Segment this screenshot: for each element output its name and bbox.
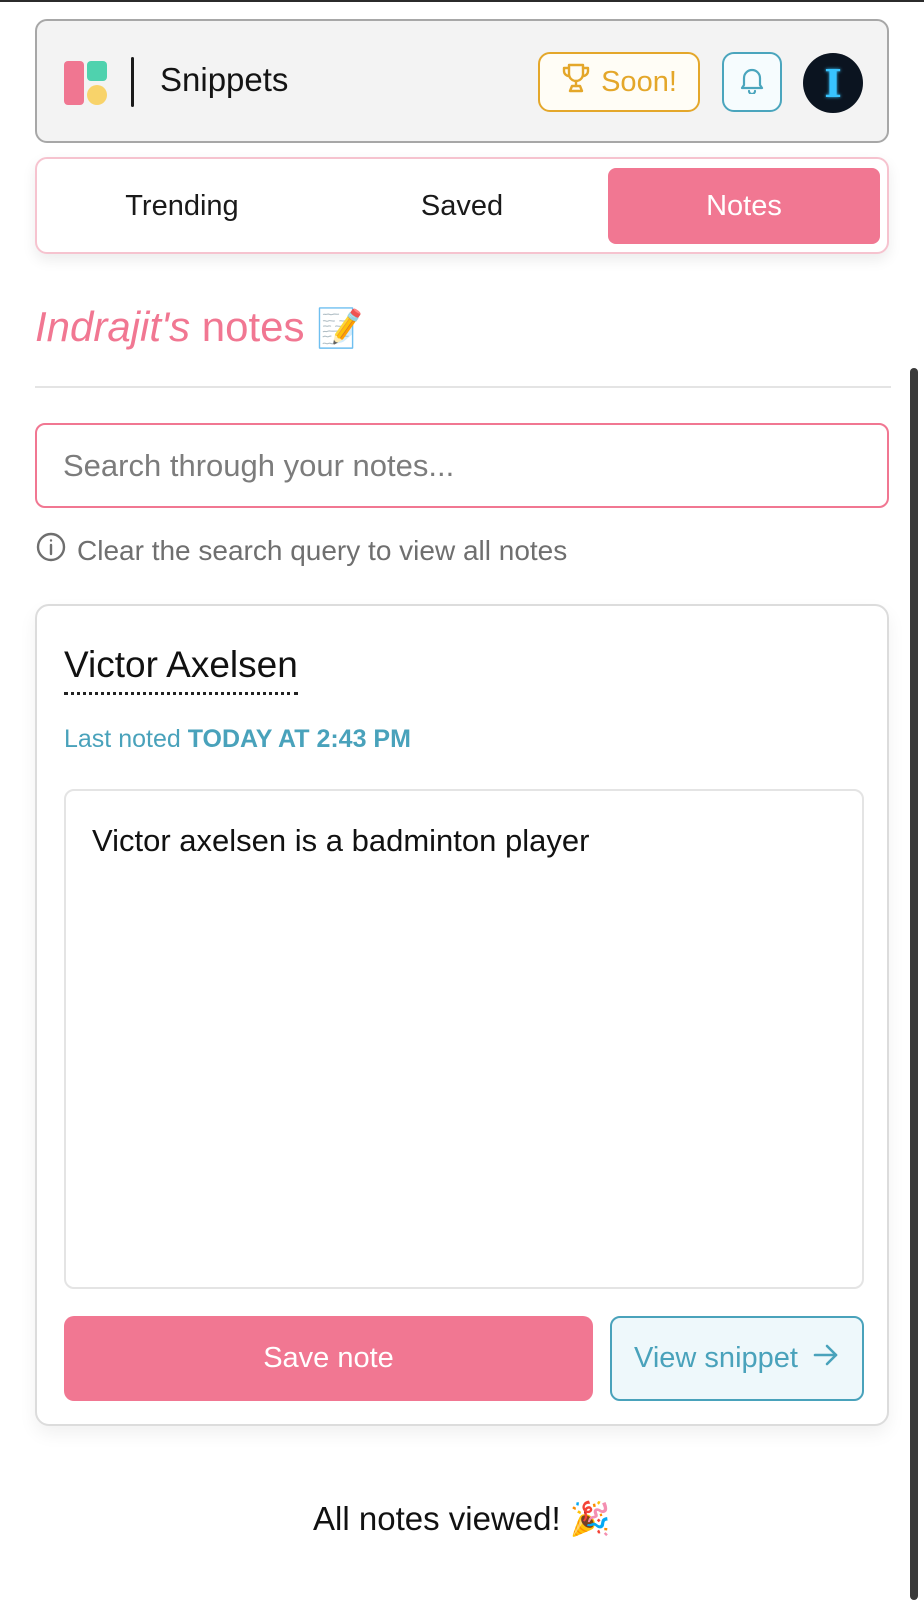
arrow-right-icon <box>812 1342 840 1375</box>
note-card: Victor Axelsen Last noted TODAY AT 2:43 … <box>35 604 889 1426</box>
page-title-owner: Indrajit's <box>35 303 191 350</box>
party-popper-emoji: 🎉 <box>569 1500 611 1537</box>
scrollbar[interactable] <box>910 368 918 1600</box>
heading-divider <box>35 386 891 388</box>
search-hint: Clear the search query to view all notes <box>35 531 567 570</box>
top-border <box>0 0 924 2</box>
bell-icon <box>739 66 765 99</box>
notifications-button[interactable] <box>722 52 782 112</box>
app-title: Snippets <box>160 61 289 98</box>
view-snippet-label: View snippet <box>634 1342 798 1374</box>
search-input[interactable] <box>35 423 889 508</box>
info-icon <box>35 531 67 570</box>
app-header: Snippets Soon! I <box>35 19 889 143</box>
page-title-rest: notes <box>201 303 305 350</box>
header-divider <box>131 57 134 107</box>
page-title: Indrajit's notes 📝 <box>35 303 364 351</box>
soon-label: Soon! <box>601 65 677 98</box>
app-logo[interactable] <box>64 59 108 105</box>
avatar-letter: I <box>824 61 842 105</box>
end-of-list-text: All notes viewed! <box>313 1500 561 1537</box>
note-title[interactable]: Victor Axelsen <box>64 644 298 695</box>
trophy-icon <box>561 62 591 102</box>
last-noted: Last noted TODAY AT 2:43 PM <box>64 725 411 754</box>
note-textarea[interactable]: Victor axelsen is a badminton player <box>64 789 864 1289</box>
search-hint-text: Clear the search query to view all notes <box>77 534 568 566</box>
view-snippet-button[interactable]: View snippet <box>610 1316 864 1401</box>
end-of-list-message: All notes viewed! 🎉 <box>0 1500 924 1539</box>
last-noted-timestamp: TODAY AT 2:43 PM <box>187 725 411 753</box>
tab-bar: Trending Saved Notes <box>35 157 889 254</box>
tab-notes[interactable]: Notes <box>608 168 880 244</box>
last-noted-prefix: Last noted <box>64 725 181 753</box>
save-note-button[interactable]: Save note <box>64 1316 593 1401</box>
tab-saved[interactable]: Saved <box>326 168 598 244</box>
leaderboard-soon-button[interactable]: Soon! <box>538 52 700 112</box>
tab-trending[interactable]: Trending <box>46 168 318 244</box>
user-avatar[interactable]: I <box>803 53 863 113</box>
memo-emoji: 📝 <box>316 308 364 350</box>
